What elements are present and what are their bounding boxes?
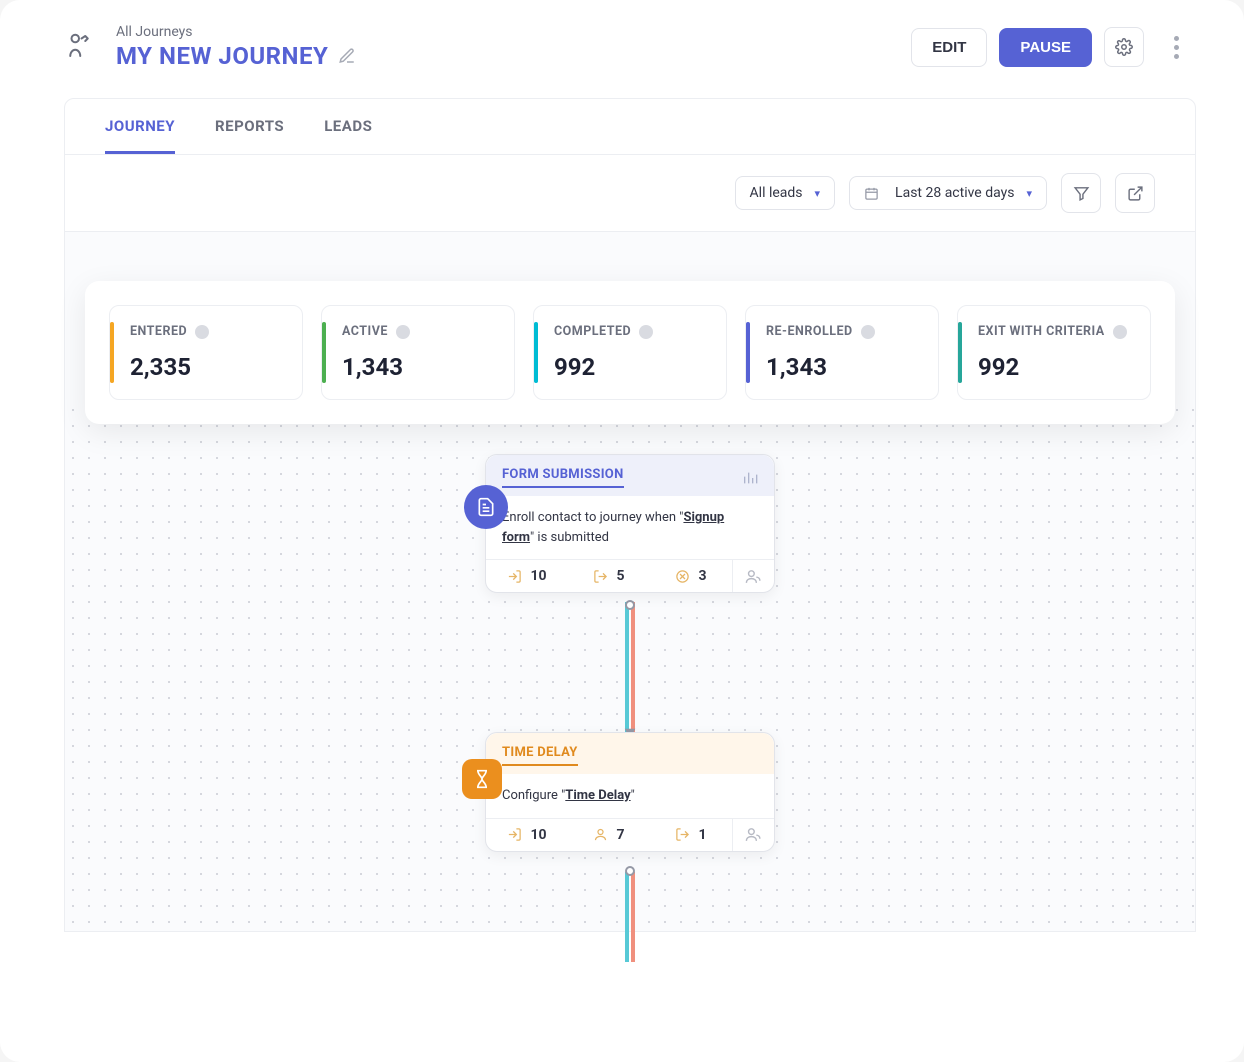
chevron-down-icon: ▾ <box>815 187 821 200</box>
node-description: Enroll contact to journey when "Signup f… <box>486 496 774 559</box>
exit-icon <box>593 569 608 584</box>
node-users-button[interactable] <box>732 560 774 592</box>
tab-journey[interactable]: JOURNEY <box>105 117 175 154</box>
date-filter-dropdown[interactable]: Last 28 active days ▾ <box>849 176 1047 210</box>
delay-link[interactable]: Time Delay <box>565 788 630 803</box>
stat-card-completed[interactable]: COMPLETED 992 <box>533 305 727 400</box>
help-icon[interactable] <box>396 325 410 339</box>
open-external-button[interactable] <box>1115 173 1155 213</box>
stat-card-exit-criteria[interactable]: EXIT WITH CRITERIA 992 <box>957 305 1151 400</box>
user-icon <box>593 827 608 842</box>
tab-reports[interactable]: REPORTS <box>215 117 284 154</box>
pause-button[interactable]: PAUSE <box>999 28 1092 67</box>
stat-label: ENTERED <box>130 324 187 339</box>
help-icon[interactable] <box>861 325 875 339</box>
filter-button[interactable] <box>1061 173 1101 213</box>
stat-card-active[interactable]: ACTIVE 1,343 <box>321 305 515 400</box>
stat-label: RE-ENROLLED <box>766 324 853 339</box>
exit-icon <box>675 827 690 842</box>
node-stat-in: 10 <box>486 560 568 592</box>
settings-button[interactable] <box>1104 27 1144 67</box>
stat-value: 992 <box>554 353 706 381</box>
help-icon[interactable] <box>639 325 653 339</box>
breadcrumb-all-journeys[interactable]: All Journeys <box>116 24 356 40</box>
stat-card-entered[interactable]: ENTERED 2,335 <box>109 305 303 400</box>
bar-chart-icon[interactable] <box>742 470 758 486</box>
calendar-icon <box>864 186 879 201</box>
stat-value: 992 <box>978 353 1130 381</box>
stat-label: ACTIVE <box>342 324 388 339</box>
enter-icon <box>507 827 522 842</box>
gear-icon <box>1115 38 1133 56</box>
journey-icon <box>64 31 96 63</box>
node-description: Configure "Time Delay" <box>486 774 774 818</box>
stat-card-re-enrolled[interactable]: RE-ENROLLED 1,343 <box>745 305 939 400</box>
stat-value: 1,343 <box>766 353 918 381</box>
date-filter-label: Last 28 active days <box>895 185 1014 201</box>
node-title: TIME DELAY <box>502 745 578 766</box>
funnel-icon <box>1073 185 1090 202</box>
enter-icon <box>507 569 522 584</box>
flow-node-form-submission[interactable]: FORM SUBMISSION Enroll contact to journe… <box>485 454 775 593</box>
external-link-icon <box>1127 185 1144 202</box>
stat-label: COMPLETED <box>554 324 631 339</box>
leads-filter-label: All leads <box>750 185 803 201</box>
edit-button[interactable]: EDIT <box>911 28 987 67</box>
help-icon[interactable] <box>195 325 209 339</box>
stat-value: 2,335 <box>130 353 282 381</box>
form-icon <box>464 485 508 529</box>
node-title: FORM SUBMISSION <box>502 467 624 488</box>
error-icon <box>675 569 690 584</box>
stat-value: 1,343 <box>342 353 494 381</box>
stat-label: EXIT WITH CRITERIA <box>978 324 1105 339</box>
node-stat-error: 3 <box>650 560 732 592</box>
edit-title-icon[interactable] <box>338 47 356 65</box>
tab-leads[interactable]: LEADS <box>324 117 372 154</box>
node-users-button[interactable] <box>732 819 774 851</box>
chevron-down-icon: ▾ <box>1026 187 1032 200</box>
node-stat-out: 5 <box>568 560 650 592</box>
more-menu-button[interactable] <box>1156 27 1196 67</box>
help-icon[interactable] <box>1113 325 1127 339</box>
flow-node-time-delay[interactable]: TIME DELAY Configure "Time Delay" 10 7 1 <box>485 732 775 852</box>
hourglass-icon <box>462 759 502 799</box>
node-stat-in: 10 <box>486 819 568 851</box>
leads-filter-dropdown[interactable]: All leads ▾ <box>735 176 836 210</box>
stats-bar: ENTERED 2,335 ACTIVE 1,343 COMPLETED 992… <box>85 281 1175 424</box>
node-stat-out: 1 <box>650 819 732 851</box>
page-title: MY NEW JOURNEY <box>116 42 328 70</box>
node-stat-waiting: 7 <box>568 819 650 851</box>
